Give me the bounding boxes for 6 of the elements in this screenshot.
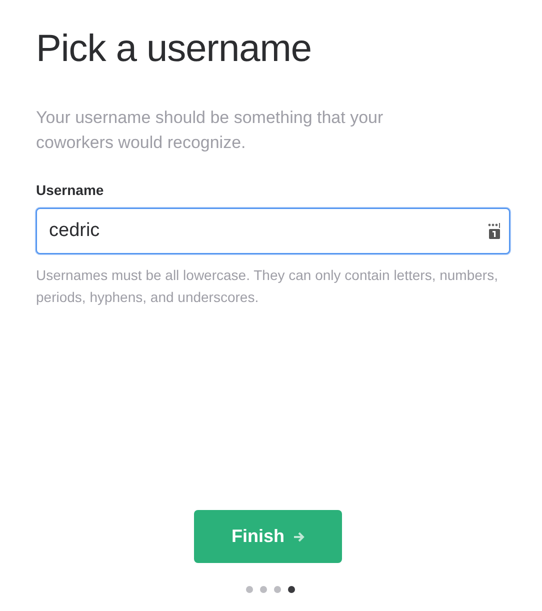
description: Your username should be something that your coworkers would recognize.: [36, 107, 384, 154]
arrow-right-icon: [292, 532, 304, 542]
field-hint: Usernames must be all lowercase. They can only contain letters, numbers, periods, hyphens, and underscores.: [36, 266, 499, 307]
page-title: Pick a username: [36, 28, 313, 71]
field-label: Username: [36, 182, 105, 198]
username-field[interactable]: cedric: [36, 208, 510, 254]
